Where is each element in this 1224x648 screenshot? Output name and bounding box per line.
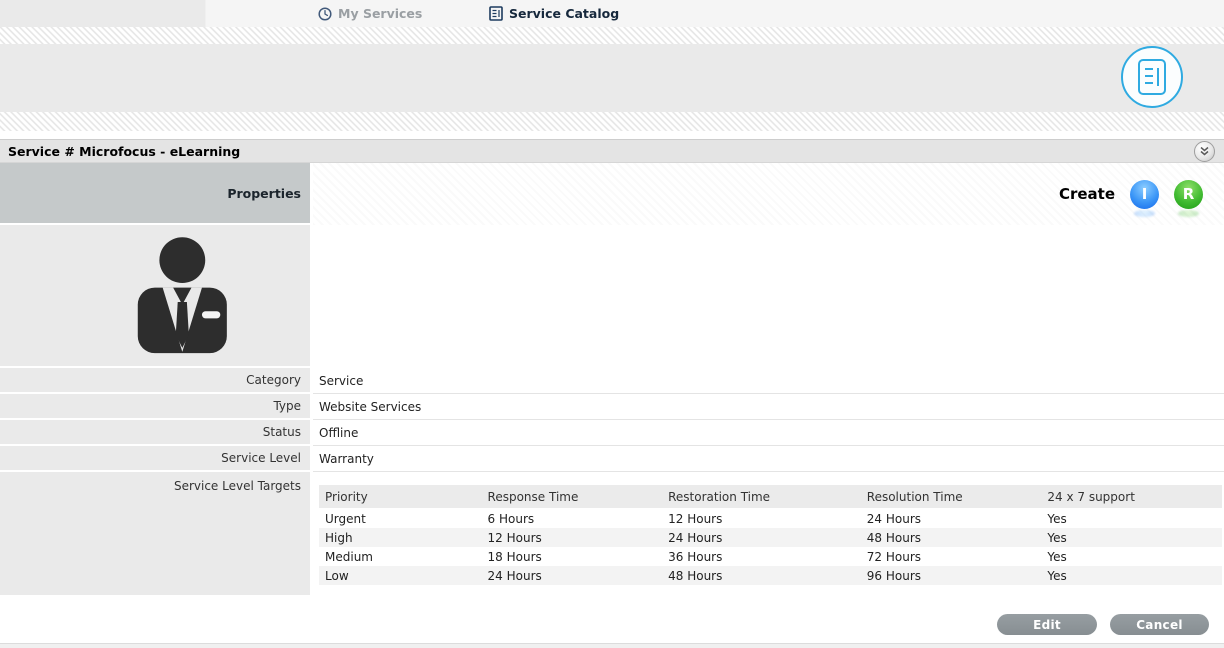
cell: 96 Hours	[861, 566, 1042, 585]
service-icon-cell	[0, 225, 313, 368]
catalog-icon	[489, 6, 503, 21]
bottom-strip	[0, 643, 1224, 648]
service-catalog-page: My Services Service Catalog Service # Mi…	[0, 0, 1224, 648]
cell: Urgent	[319, 509, 482, 528]
tab-service-catalog[interactable]: Service Catalog	[489, 0, 619, 27]
cell: 6 Hours	[482, 509, 663, 528]
field-row-type: Type Website Services	[0, 394, 1224, 420]
cell: Yes	[1041, 566, 1222, 585]
create-actions-area: Create I R	[313, 163, 1224, 225]
cell: 36 Hours	[662, 547, 861, 566]
cell: 24 Hours	[861, 509, 1042, 528]
cell: Yes	[1041, 547, 1222, 566]
properties-section-label: Properties	[0, 163, 313, 225]
cell: 18 Hours	[482, 547, 663, 566]
page-title: Service # Microfocus - eLearning	[0, 144, 240, 159]
service-icon-row-spacer	[313, 225, 1224, 368]
banner-panel	[0, 44, 1224, 112]
cell: Medium	[319, 547, 482, 566]
cell: 24 Hours	[482, 566, 663, 585]
status-label: Status	[0, 420, 313, 446]
sla-header-row: Priority Response Time Restoration Time …	[319, 485, 1222, 509]
cell: 12 Hours	[482, 528, 663, 547]
col-resolution-time: Resolution Time	[861, 485, 1042, 509]
status-value: Offline	[313, 420, 1224, 446]
field-row-service-level: Service Level Warranty	[0, 446, 1224, 472]
tab-my-services-label: My Services	[338, 6, 422, 21]
cell: Low	[319, 566, 482, 585]
tab-bar: My Services Service Catalog	[0, 0, 1224, 27]
cell: Yes	[1041, 528, 1222, 547]
col-24x7-support: 24 x 7 support	[1041, 485, 1222, 509]
cell: 24 Hours	[662, 528, 861, 547]
cell: 48 Hours	[662, 566, 861, 585]
create-incident-button[interactable]: I	[1130, 180, 1159, 209]
double-chevron-down-icon	[1199, 146, 1210, 157]
cell: 12 Hours	[662, 509, 861, 528]
type-value: Website Services	[313, 394, 1224, 420]
businessman-icon	[115, 230, 247, 361]
sla-targets-table: Priority Response Time Restoration Time …	[319, 485, 1222, 585]
service-avatar	[115, 230, 247, 361]
category-label: Category	[0, 368, 313, 394]
divider-hatch-top	[0, 27, 1224, 44]
cell: High	[319, 528, 482, 547]
targets-table-area: Priority Response Time Restoration Time …	[313, 472, 1224, 597]
col-restoration-time: Restoration Time	[662, 485, 861, 509]
table-row-medium: Medium 18 Hours 36 Hours 72 Hours Yes	[319, 547, 1222, 566]
create-request-button[interactable]: R	[1174, 180, 1203, 209]
cell: Yes	[1041, 509, 1222, 528]
type-label: Type	[0, 394, 313, 420]
cancel-button[interactable]: Cancel	[1110, 614, 1209, 635]
tab-service-catalog-label: Service Catalog	[509, 6, 619, 21]
col-response-time: Response Time	[482, 485, 663, 509]
col-priority: Priority	[319, 485, 482, 509]
service-level-value: Warranty	[313, 446, 1224, 472]
service-catalog-circle-icon[interactable]	[1121, 46, 1183, 108]
tab-my-services[interactable]: My Services	[318, 0, 422, 27]
service-header-bar: Service # Microfocus - eLearning	[0, 139, 1224, 163]
divider-hatch-bottom	[0, 112, 1224, 131]
field-row-category: Category Service	[0, 368, 1224, 394]
service-level-label: Service Level	[0, 446, 313, 472]
service-icon-row	[0, 225, 1224, 368]
cell: 48 Hours	[861, 528, 1042, 547]
collapse-button[interactable]	[1194, 141, 1215, 162]
category-value: Service	[313, 368, 1224, 394]
edit-button[interactable]: Edit	[997, 614, 1097, 635]
clock-icon	[318, 7, 332, 21]
table-row-urgent: Urgent 6 Hours 12 Hours 24 Hours Yes	[319, 509, 1222, 528]
service-level-targets-label: Service Level Targets	[0, 472, 313, 597]
properties-section-row: Properties Create I R	[0, 163, 1224, 225]
table-row-low: Low 24 Hours 48 Hours 96 Hours Yes	[319, 566, 1222, 585]
catalog-document-icon	[1135, 56, 1169, 98]
service-level-targets-row: Service Level Targets Priority Response …	[0, 472, 1224, 597]
create-label: Create	[1059, 185, 1115, 203]
footer-actions: Edit Cancel	[0, 597, 1224, 643]
cell: 72 Hours	[861, 547, 1042, 566]
table-row-high: High 12 Hours 24 Hours 48 Hours Yes	[319, 528, 1222, 547]
field-row-status: Status Offline	[0, 420, 1224, 446]
white-gap	[0, 131, 1224, 139]
